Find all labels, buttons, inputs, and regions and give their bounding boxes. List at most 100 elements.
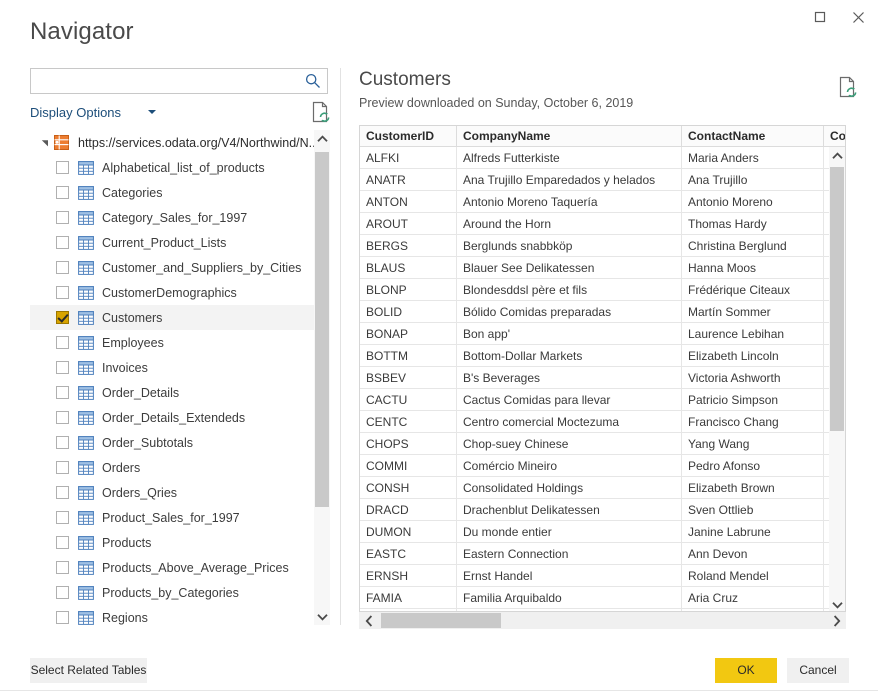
table-row[interactable]: ERNSHErnst HandelRoland MendelSales Mana…: [360, 564, 845, 587]
table-cell: Consolidated Holdings: [456, 476, 682, 499]
table-row[interactable]: ANATR Ana Trujillo Emparedados y helados A…: [360, 168, 845, 191]
table-row[interactable]: BERGS Berglunds snabbköp Christina Berglun…: [360, 234, 845, 257]
table-body: ALFKIAlfreds FutterkisteMaria AndersSale…: [360, 146, 845, 611]
tree-item-employees[interactable]: Employees: [30, 330, 314, 355]
table-row[interactable]: CACTU Cactus Comidas para llevar Patricio …: [360, 388, 845, 411]
tree-item-categories[interactable]: Categories: [30, 180, 314, 205]
tree-item-products_above_average_prices[interactable]: Products_Above_Average_Prices: [30, 555, 314, 580]
tree-item-checkbox[interactable]: [56, 236, 69, 249]
tree-scroll-up-button[interactable]: [314, 130, 330, 147]
tree-item-checkbox[interactable]: [56, 261, 69, 274]
tree-item-orders_qries[interactable]: Orders_Qries: [30, 480, 314, 505]
tree-item-checkbox[interactable]: [56, 586, 69, 599]
tree-item-checkbox[interactable]: [56, 361, 69, 374]
tree-item-checkbox[interactable]: [56, 561, 69, 574]
tree-item-label: Product_Sales_for_1997: [102, 510, 240, 525]
grid-scroll-down-button[interactable]: [829, 596, 845, 611]
tree-item-product_sales_for_1997[interactable]: Product_Sales_for_1997: [30, 505, 314, 530]
cancel-button[interactable]: Cancel: [787, 658, 849, 683]
table-row[interactable]: BOTTM Bottom-Dollar Markets Elizabeth Linc…: [360, 344, 845, 367]
grid-scroll-right-button[interactable]: [827, 612, 846, 629]
tree-item-products[interactable]: Products: [30, 530, 314, 555]
tree-item-customers[interactable]: Customers: [30, 305, 314, 330]
table-row[interactable]: ANTON Antonio Moreno Taquería Antonio More…: [360, 190, 845, 213]
column-header-customerid[interactable]: CustomerID: [360, 126, 457, 147]
table-row[interactable]: BLONP Blondesddsl père et fils Frédérique …: [360, 278, 845, 301]
search-icon[interactable]: [304, 72, 322, 90]
tree-scroll-down-button[interactable]: [314, 608, 330, 625]
search-box[interactable]: [30, 68, 328, 94]
tree-item-checkbox[interactable]: [56, 336, 69, 349]
table-row[interactable]: CENTC Centro comercial Moctezuma Francisco…: [360, 410, 845, 433]
table-row[interactable]: ALFKIAlfreds FutterkisteMaria AndersSale…: [360, 146, 845, 169]
tree-item-checkbox[interactable]: [56, 486, 69, 499]
tree-item-orders[interactable]: Orders: [30, 455, 314, 480]
table-cell: B's Beverages: [456, 366, 682, 389]
table-row[interactable]: DUMONDu monde entierJanine LabruneOwner: [360, 520, 845, 543]
tree-item-checkbox[interactable]: [56, 461, 69, 474]
refresh-document-icon[interactable]: [838, 76, 858, 98]
table-row[interactable]: DRACD Drachenblut Delikatessen Sven Ottlie…: [360, 498, 845, 521]
tree-item-checkbox[interactable]: [56, 411, 69, 424]
preview-header: Customers Preview downloaded on Sunday, …: [359, 68, 857, 111]
grid-vertical-scrollbar-thumb[interactable]: [830, 167, 844, 431]
tree-item-order_details_extendeds[interactable]: Order_Details_Extendeds: [30, 405, 314, 430]
tree-item-checkbox[interactable]: [56, 436, 69, 449]
table-row[interactable]: BONAPBon app'Laurence LebihanOwner: [360, 322, 845, 345]
tree-root-item[interactable]: https://services.odata.org/V4/Northwind/…: [30, 130, 314, 155]
grid-scroll-up-button[interactable]: [829, 147, 845, 164]
tree-item-customer_and_suppliers_by_cities[interactable]: Customer_and_Suppliers_by_Cities: [30, 255, 314, 280]
grid-scroll-left-button[interactable]: [359, 612, 378, 629]
table-row[interactable]: FAMIAFamilia ArquibaldoAria CruzMarketin…: [360, 586, 845, 609]
chevron-down-icon[interactable]: [148, 110, 156, 114]
close-button[interactable]: [839, 0, 878, 34]
tree-item-checkbox[interactable]: [56, 611, 69, 624]
tree-view[interactable]: https://services.odata.org/V4/Northwind/…: [30, 130, 330, 625]
tree-scrollbar-thumb[interactable]: [315, 152, 329, 507]
tree-item-order_subtotals[interactable]: Order_Subtotals: [30, 430, 314, 455]
tree-item-checkbox[interactable]: [56, 186, 69, 199]
ok-button[interactable]: OK: [715, 658, 777, 683]
column-header-companyname[interactable]: CompanyName: [456, 126, 682, 147]
select-related-tables-button[interactable]: Select Related Tables: [30, 658, 147, 683]
preview-data-grid[interactable]: CustomerIDCompanyNameContactNameContactT…: [359, 125, 846, 612]
column-header-contacttitle[interactable]: ContactTitle: [823, 126, 845, 147]
table-row[interactable]: BSBEVB's BeveragesVictoria AshworthSales…: [360, 366, 845, 389]
tree-item-category_sales_for_1997[interactable]: Category_Sales_for_1997: [30, 205, 314, 230]
tree-item-alphabetical_list_of_products[interactable]: Alphabetical_list_of_products: [30, 155, 314, 180]
tree-item-invoices[interactable]: Invoices: [30, 355, 314, 380]
column-header-contactname[interactable]: ContactName: [681, 126, 824, 147]
table-cell: Yang Wang: [681, 432, 824, 455]
refresh-document-icon[interactable]: [311, 101, 331, 123]
tree-item-checkbox[interactable]: [56, 161, 69, 174]
search-input[interactable]: [31, 69, 299, 93]
table-cell: BOLID: [360, 300, 457, 323]
grid-horizontal-scrollbar-thumb[interactable]: [381, 613, 501, 628]
table-row[interactable]: COMMIComércio MineiroPedro AfonsoSales A…: [360, 454, 845, 477]
table-cell: Comércio Mineiro: [456, 454, 682, 477]
table-row[interactable]: EASTCEastern ConnectionAnn DevonSales Ag…: [360, 542, 845, 565]
triangle-down-icon[interactable]: [38, 136, 52, 150]
tree-item-customerdemographics[interactable]: CustomerDemographics: [30, 280, 314, 305]
tree-item-regions[interactable]: Regions: [30, 605, 314, 625]
grid-horizontal-scrollbar[interactable]: [359, 612, 846, 629]
display-options-button[interactable]: Display Options: [30, 104, 121, 122]
tree-item-checkbox[interactable]: [56, 286, 69, 299]
tree-item-checkbox[interactable]: [56, 386, 69, 399]
tree-scrollbar[interactable]: [314, 130, 330, 625]
table-row[interactable]: BOLID Bólido Comidas preparadas Martín Som…: [360, 300, 845, 323]
table-row[interactable]: CHOPSChop-suey ChineseYang WangOwner: [360, 432, 845, 455]
tree-item-order_details[interactable]: Order_Details: [30, 380, 314, 405]
table-row[interactable]: CONSH Consolidated Holdings Elizabeth Brow…: [360, 476, 845, 499]
tree-item-products_by_categories[interactable]: Products_by_Categories: [30, 580, 314, 605]
maximize-button[interactable]: [800, 0, 839, 34]
grid-vertical-scrollbar[interactable]: [829, 147, 845, 611]
chevron-down-icon: [831, 601, 843, 609]
tree-item-checkbox[interactable]: [56, 511, 69, 524]
table-row[interactable]: AROUTAround the HornThomas HardySales Re…: [360, 212, 845, 235]
table-row[interactable]: BLAUSBlauer See DelikatessenHanna MoosSa…: [360, 256, 845, 279]
tree-item-current_product_lists[interactable]: Current_Product_Lists: [30, 230, 314, 255]
tree-item-checkbox[interactable]: [56, 211, 69, 224]
tree-item-checkbox[interactable]: [56, 536, 69, 549]
tree-item-checkbox[interactable]: [56, 311, 69, 324]
